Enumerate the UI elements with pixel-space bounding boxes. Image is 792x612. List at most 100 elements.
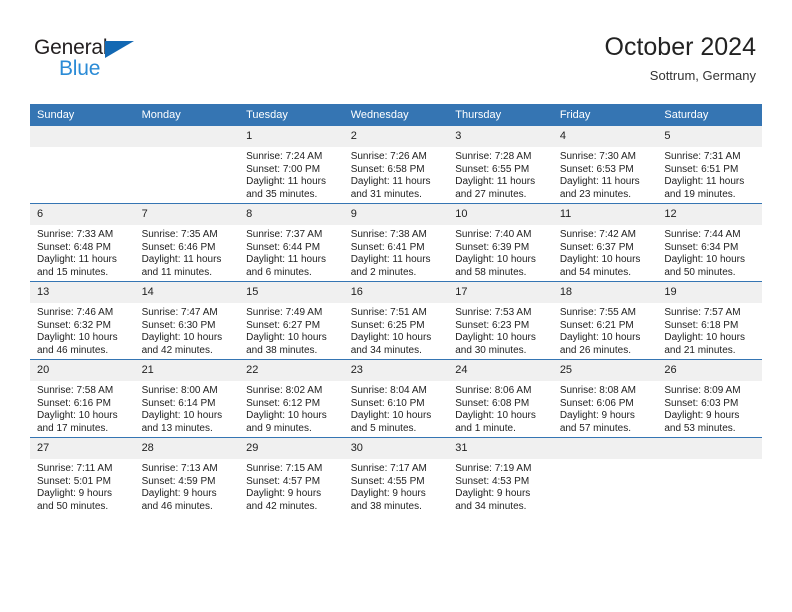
sunset-text: Sunset: 6:06 PM — [559, 397, 634, 409]
sunrise-text: Sunrise: 7:53 AM — [455, 307, 532, 318]
weekday-header-monday: Monday — [134, 104, 240, 126]
weekday-header-sunday: Sunday — [30, 104, 135, 126]
calendar-day-cell[interactable]: 24 Sunrise: 8:06 AM Sunset: 6:08 PM Dayligh… — [448, 359, 553, 438]
sunset-text: Sunset: 6:03 PM — [664, 397, 739, 409]
day-details: Sunrise: 7:24 AM Sunset: 7:00 PM Daylight:… — [239, 147, 344, 201]
sunset-text: Sunset: 4:55 PM — [350, 475, 425, 487]
calendar-day-cell[interactable]: 21 Sunrise: 8:00 AM Sunset: 6:14 PM Dayligh… — [134, 359, 240, 438]
calendar-day-cell[interactable]: 3 Sunrise: 7:28 AM Sunset: 6:55 PM Daylight… — [448, 126, 553, 204]
calendar-day-cell[interactable]: 11 Sunrise: 7:42 AM Sunset: 6:37 PM Dayligh… — [552, 203, 658, 282]
day-number: 27 — [30, 438, 135, 459]
sunrise-text: Sunrise: 7:42 AM — [559, 229, 636, 240]
daylight-text-line1: Daylight: 11 hours — [664, 176, 745, 188]
calendar-day-cell-empty — [134, 126, 240, 204]
daylight-text-line2: and 11 minutes. — [141, 266, 212, 278]
sunrise-text: Sunrise: 7:31 AM — [664, 151, 741, 162]
daylight-text-line1: Daylight: 10 hours — [141, 410, 223, 422]
sunset-text: Sunset: 4:59 PM — [141, 475, 216, 487]
calendar-day-cell[interactable]: 23 Sunrise: 8:04 AM Sunset: 6:10 PM Dayligh… — [343, 359, 449, 438]
sunset-text: Sunset: 6:44 PM — [246, 241, 321, 253]
day-number — [134, 126, 240, 147]
calendar-day-cell[interactable]: 8 Sunrise: 7:37 AM Sunset: 6:44 PM Daylight… — [239, 203, 344, 282]
daylight-text-line2: and 19 minutes. — [664, 188, 736, 200]
sunset-text: Sunset: 6:21 PM — [559, 319, 634, 331]
calendar-day-cell[interactable]: 16 Sunrise: 7:51 AM Sunset: 6:25 PM Dayligh… — [343, 281, 449, 360]
calendar-day-cell[interactable]: 31 Sunrise: 7:19 AM Sunset: 4:53 PM Dayligh… — [448, 437, 553, 515]
sunrise-text: Sunrise: 7:26 AM — [350, 151, 427, 162]
day-number — [657, 438, 762, 459]
day-details: Sunrise: 7:46 AM Sunset: 6:32 PM Daylight:… — [30, 303, 135, 357]
sunrise-text: Sunrise: 7:46 AM — [37, 307, 114, 318]
day-details: Sunrise: 7:33 AM Sunset: 6:48 PM Daylight:… — [30, 225, 135, 279]
day-details — [30, 147, 135, 152]
sunrise-text: Sunrise: 7:19 AM — [455, 463, 532, 474]
calendar-day-cell[interactable]: 29 Sunrise: 7:15 AM Sunset: 4:57 PM Dayligh… — [239, 437, 344, 515]
daylight-text-line1: Daylight: 10 hours — [246, 410, 327, 422]
calendar-week-row: 20 Sunrise: 7:58 AM Sunset: 6:16 PM Dayligh… — [30, 359, 762, 438]
calendar-header-row: Sunday Monday Tuesday Wednesday Thursday… — [30, 104, 762, 126]
calendar-day-cell[interactable]: 19 Sunrise: 7:57 AM Sunset: 6:18 PM Dayligh… — [657, 281, 762, 360]
sunrise-text: Sunrise: 7:55 AM — [559, 307, 636, 318]
day-number: 8 — [239, 204, 344, 225]
calendar-day-cell[interactable]: 15 Sunrise: 7:49 AM Sunset: 6:27 PM Dayligh… — [239, 281, 344, 360]
calendar-day-cell[interactable]: 28 Sunrise: 7:13 AM Sunset: 4:59 PM Dayligh… — [134, 437, 240, 515]
daylight-text-line2: and 34 minutes. — [455, 500, 527, 512]
calendar-day-cell[interactable]: 30 Sunrise: 7:17 AM Sunset: 4:55 PM Dayligh… — [343, 437, 449, 515]
daylight-text-line2: and 42 minutes. — [141, 344, 213, 356]
calendar-day-cell[interactable]: 6 Sunrise: 7:33 AM Sunset: 6:48 PM Daylight… — [30, 203, 135, 282]
sunrise-text: Sunrise: 7:37 AM — [246, 229, 323, 240]
day-details: Sunrise: 7:15 AM Sunset: 4:57 PM Daylight:… — [239, 459, 344, 513]
calendar-day-cell[interactable]: 2 Sunrise: 7:26 AM Sunset: 6:58 PM Daylight… — [343, 126, 449, 204]
day-number: 21 — [134, 360, 240, 381]
sunset-text: Sunset: 6:14 PM — [141, 397, 216, 409]
day-number: 14 — [134, 282, 240, 303]
daylight-text-line2: and 42 minutes. — [246, 500, 318, 512]
calendar-day-cell[interactable]: 5 Sunrise: 7:31 AM Sunset: 6:51 PM Daylight… — [657, 126, 762, 204]
weekday-header-tuesday: Tuesday — [239, 104, 344, 126]
calendar-day-cell[interactable]: 18 Sunrise: 7:55 AM Sunset: 6:21 PM Dayligh… — [552, 281, 658, 360]
sunrise-text: Sunrise: 7:15 AM — [246, 463, 323, 474]
sunrise-text: Sunrise: 7:30 AM — [559, 151, 636, 162]
daylight-text-line1: Daylight: 11 hours — [559, 176, 640, 188]
daylight-text-line1: Daylight: 11 hours — [246, 254, 326, 266]
daylight-text-line2: and 27 minutes. — [455, 188, 527, 200]
sunrise-text: Sunrise: 7:47 AM — [141, 307, 218, 318]
daylight-text-line1: Daylight: 10 hours — [141, 332, 223, 344]
daylight-text-line2: and 35 minutes. — [246, 188, 318, 200]
day-details: Sunrise: 7:37 AM Sunset: 6:44 PM Daylight:… — [239, 225, 344, 279]
daylight-text-line1: Daylight: 9 hours — [664, 410, 740, 422]
calendar-day-cell[interactable]: 10 Sunrise: 7:40 AM Sunset: 6:39 PM Dayligh… — [448, 203, 553, 282]
day-details — [553, 459, 658, 464]
calendar-day-cell[interactable]: 4 Sunrise: 7:30 AM Sunset: 6:53 PM Daylight… — [552, 126, 658, 204]
daylight-text-line1: Daylight: 9 hours — [455, 488, 531, 500]
calendar-day-cell[interactable]: 1 Sunrise: 7:24 AM Sunset: 7:00 PM Daylight… — [239, 126, 344, 204]
day-details: Sunrise: 7:44 AM Sunset: 6:34 PM Daylight:… — [657, 225, 762, 279]
sunrise-text: Sunrise: 7:58 AM — [37, 385, 114, 396]
day-number: 1 — [239, 126, 344, 147]
daylight-text-line1: Daylight: 11 hours — [350, 254, 431, 266]
day-number: 13 — [30, 282, 135, 303]
daylight-text-line2: and 46 minutes. — [37, 344, 109, 356]
calendar-day-cell[interactable]: 13 Sunrise: 7:46 AM Sunset: 6:32 PM Dayligh… — [30, 281, 135, 360]
sunset-text: Sunset: 5:01 PM — [37, 475, 111, 487]
day-details: Sunrise: 8:02 AM Sunset: 6:12 PM Daylight:… — [239, 381, 344, 435]
title-block: October 2024 Sottrum, Germany — [605, 32, 757, 86]
calendar-day-cell[interactable]: 22 Sunrise: 8:02 AM Sunset: 6:12 PM Dayligh… — [239, 359, 344, 438]
sunrise-text: Sunrise: 8:06 AM — [455, 385, 532, 396]
sunrise-text: Sunrise: 7:28 AM — [455, 151, 532, 162]
day-number — [552, 438, 658, 459]
day-details: Sunrise: 7:53 AM Sunset: 6:23 PM Daylight:… — [448, 303, 553, 357]
calendar-day-cell[interactable]: 12 Sunrise: 7:44 AM Sunset: 6:34 PM Dayligh… — [657, 203, 762, 282]
calendar-day-cell[interactable]: 26 Sunrise: 8:09 AM Sunset: 6:03 PM Dayligh… — [657, 359, 762, 438]
calendar-day-cell[interactable]: 14 Sunrise: 7:47 AM Sunset: 6:30 PM Dayligh… — [134, 281, 240, 360]
calendar-day-cell[interactable]: 25 Sunrise: 8:08 AM Sunset: 6:06 PM Dayligh… — [552, 359, 658, 438]
calendar-day-cell[interactable]: 27 Sunrise: 7:11 AM Sunset: 5:01 PM Dayligh… — [30, 437, 135, 515]
calendar-day-cell[interactable]: 7 Sunrise: 7:35 AM Sunset: 6:46 PM Daylight… — [134, 203, 240, 282]
general-blue-logo[interactable]: General Blue — [34, 36, 164, 84]
calendar-page: General Blue October 2024 Sottrum, Germa… — [0, 0, 792, 612]
calendar-day-cell[interactable]: 20 Sunrise: 7:58 AM Sunset: 6:16 PM Dayligh… — [30, 359, 135, 438]
daylight-text-line1: Daylight: 11 hours — [350, 176, 431, 188]
page-title: October 2024 — [604, 33, 757, 61]
calendar-day-cell[interactable]: 17 Sunrise: 7:53 AM Sunset: 6:23 PM Dayligh… — [448, 281, 553, 360]
calendar-day-cell[interactable]: 9 Sunrise: 7:38 AM Sunset: 6:41 PM Daylight… — [343, 203, 449, 282]
